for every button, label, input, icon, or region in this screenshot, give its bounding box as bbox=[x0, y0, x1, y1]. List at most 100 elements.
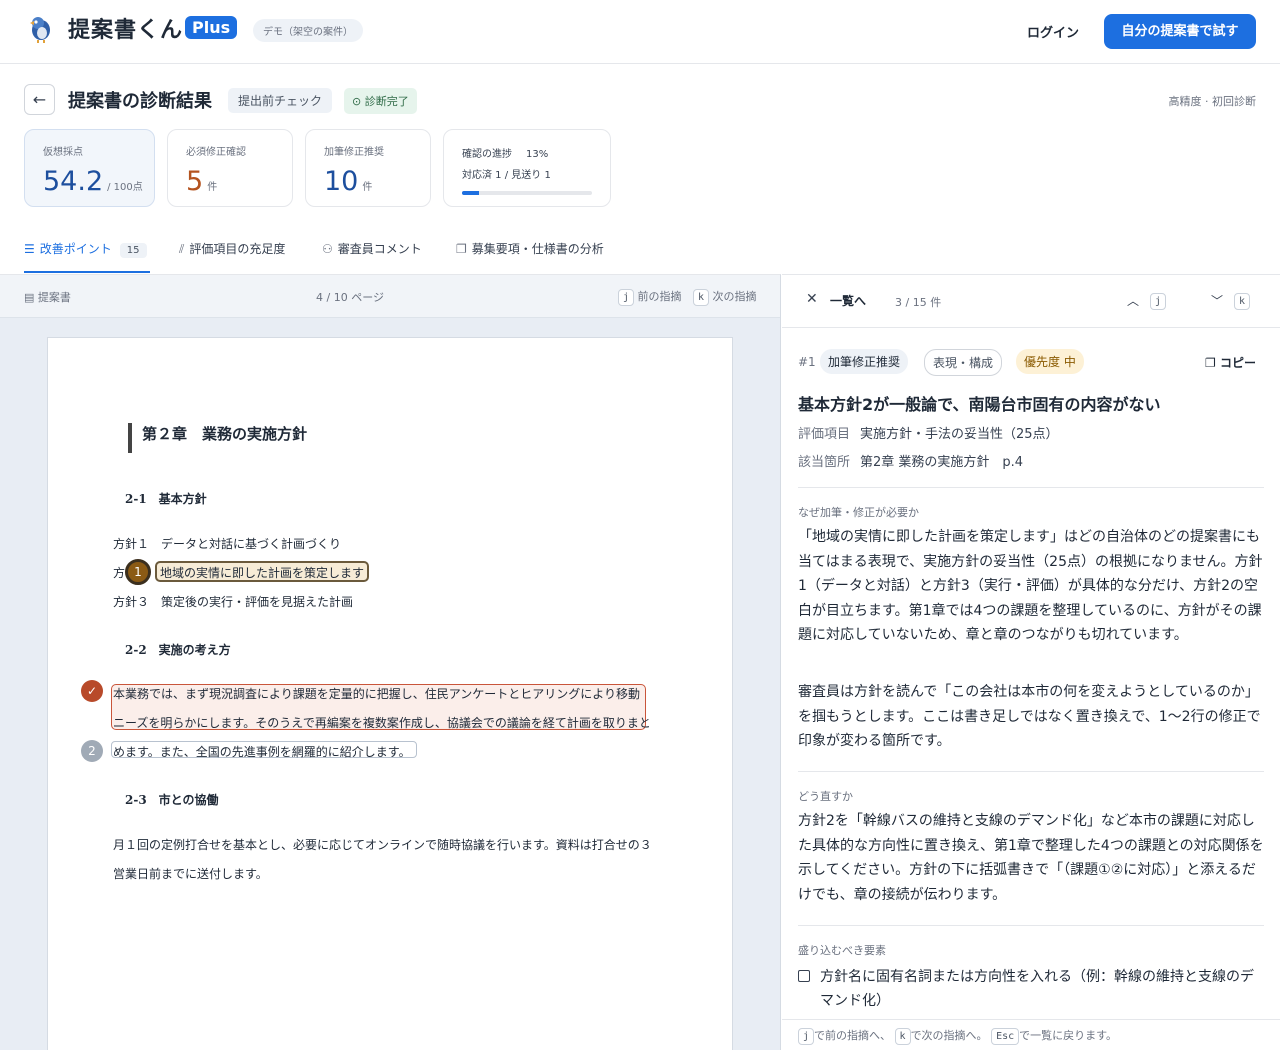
close-icon[interactable]: ✕ bbox=[806, 291, 818, 307]
active-tab-indicator bbox=[24, 271, 150, 273]
checklist-icon: ☰ bbox=[24, 242, 35, 256]
section-heading: 2-3 市との協働 bbox=[125, 793, 219, 807]
hint-text: で前の指摘へ、 bbox=[814, 1029, 892, 1042]
tab-improvement-points[interactable]: ☰ 改善ポイント 15 bbox=[24, 240, 147, 258]
progress-bar bbox=[462, 191, 592, 195]
suggest-number: 10 bbox=[324, 166, 359, 197]
next-finding-label: 次の指摘 bbox=[712, 290, 757, 303]
hint-text: で一覧に戻ります。 bbox=[1019, 1029, 1118, 1042]
score-number: 54.2 bbox=[43, 166, 104, 197]
score-card[interactable]: 仮想採点 54.2/ 100点 bbox=[24, 129, 155, 207]
brand-name[interactable]: 提案書くん bbox=[68, 12, 183, 44]
finding-marker-2[interactable]: 2 bbox=[81, 740, 103, 762]
back-button[interactable]: ← bbox=[24, 84, 55, 115]
body-line: 営業日前までに送付します。 bbox=[113, 867, 268, 881]
required-fix-card[interactable]: 必須修正確認 5件 bbox=[167, 129, 293, 207]
tab-bar: ☰ 改善ポイント 15 ⫽ 評価項目の充足度 ⚇ 審査員コメント ❐ 募集要項・仕様書の分… bbox=[0, 230, 1280, 274]
chevron-up-icon[interactable]: ︿ bbox=[1127, 292, 1139, 309]
diagnosis-done-badge: ⊙ 診断完了 bbox=[344, 88, 417, 114]
copy-label: コピー bbox=[1219, 356, 1256, 370]
users-icon: ⚇ bbox=[322, 242, 333, 256]
copy-button[interactable]: ❐ コピー bbox=[1205, 354, 1256, 371]
back-to-list-link[interactable]: 一覧へ bbox=[830, 292, 866, 309]
copy-docs-icon: ❐ bbox=[456, 242, 467, 256]
elements-label: 盛り込むべき要素 bbox=[798, 944, 886, 957]
finding-number: #1 bbox=[798, 355, 816, 369]
suggest-fix-card[interactable]: 加筆修正推奨 10 件 bbox=[305, 129, 431, 207]
copy-icon: ❐ bbox=[1205, 356, 1220, 370]
bird-logo-icon[interactable] bbox=[24, 12, 56, 44]
tab-criteria-coverage[interactable]: ⫽ 評価項目の充足度 bbox=[179, 240, 285, 257]
plus-badge: Plus bbox=[185, 16, 238, 39]
finding-detail-pane: ✕ 一覧へ 3 / 15 件 ︿ j ﹀ k #1 加筆修正推奨 表現・構成 優… bbox=[782, 274, 1280, 1050]
demo-badge: デモ（架空の案件） bbox=[253, 19, 363, 42]
tab-label: 募集要項・仕様書の分析 bbox=[471, 242, 604, 256]
type-pill: 表現・構成 bbox=[924, 349, 1003, 376]
check-circle-icon: ⊙ bbox=[352, 95, 365, 108]
document-name: 提案書 bbox=[37, 291, 71, 304]
suggest-unit: 件 bbox=[362, 182, 373, 193]
document-toolbar: ▤ 提案書 4 / 10 ページ j 前の指摘 k 次の指摘 bbox=[0, 275, 780, 318]
tab-requirements-analysis[interactable]: ❐ 募集要項・仕様書の分析 bbox=[456, 240, 604, 257]
required-label: 必須修正確認 bbox=[186, 147, 246, 158]
page-indicator: 4 / 10 ページ bbox=[316, 291, 384, 304]
finding-marker-1[interactable]: 1 bbox=[125, 559, 151, 585]
tab-label: 審査員コメント bbox=[337, 242, 422, 256]
policy-line-2-prefix: 方 bbox=[113, 566, 126, 580]
body-line: ニーズを明らかにします。そのうえで再編案を複数案作成し、協議会での議論を経て計画… bbox=[113, 716, 651, 730]
chevron-down-icon[interactable]: ﹀ bbox=[1211, 292, 1223, 309]
document-pane: ▤ 提案書 4 / 10 ページ j 前の指摘 k 次の指摘 第２章 業務の実施… bbox=[0, 274, 781, 1050]
element-text: 方針名に固有名詞または方向性を入れる（例：幹線の維持と支線のデマンド化） bbox=[820, 969, 1254, 1009]
pre-submission-tag: 提出前チェック bbox=[228, 88, 333, 113]
required-number: 5 bbox=[186, 166, 204, 197]
target-location: 該当箇所 第2章 業務の実施方針 p.4 bbox=[798, 451, 1023, 470]
meta-label: 該当箇所 bbox=[798, 455, 851, 470]
key-j: j bbox=[798, 1028, 815, 1045]
evaluation-item: 評価項目 実施方針・手法の妥当性（25点） bbox=[798, 423, 1059, 442]
meta-value: 第2章 業務の実施方針 p.4 bbox=[860, 455, 1024, 470]
category-pill: 加筆修正推奨 bbox=[820, 349, 909, 374]
next-finding-hint[interactable]: k 次の指摘 bbox=[693, 288, 757, 306]
how-paragraph: 方針2を「幹線バスの維持と支線のデマンド化」など本市の課題に対応した具体的な方向… bbox=[798, 813, 1264, 903]
score-label: 仮想採点 bbox=[43, 147, 83, 158]
keyboard-hint-footer: j で前の指摘へ、 k で次の指摘へ。 Esc で一覧に戻ります。 bbox=[782, 1019, 1280, 1050]
diagnosis-done-label: 診断完了 bbox=[364, 95, 409, 108]
tab-reviewer-comments[interactable]: ⚇ 審査員コメント bbox=[322, 240, 422, 257]
body-line: 本業務では、まず現況調査により課題を定量的に把握し、住民アンケートとヒアリングに… bbox=[113, 687, 641, 701]
finding-counter: 3 / 15 件 bbox=[895, 296, 942, 309]
policy-line-1: 方針１ データと対話に基づく計画づくり bbox=[113, 537, 342, 551]
tab-label: 改善ポイント bbox=[39, 242, 112, 256]
key-j: j bbox=[618, 289, 635, 306]
policy-line-2-highlight[interactable]: 地域の実情に即した計画を策定します bbox=[160, 564, 364, 581]
progress-detail: 対応済 1 / 見送り 1 bbox=[462, 170, 551, 181]
tab-label: 評価項目の充足度 bbox=[189, 242, 286, 256]
suggest-label: 加筆修正推奨 bbox=[324, 147, 384, 158]
score-unit: / 100点 bbox=[107, 182, 143, 193]
progress-card: 確認の進捗 13% 対応済 1 / 見送り 1 bbox=[443, 129, 611, 207]
document-label: ▤ 提案書 bbox=[24, 289, 71, 305]
prev-finding-label: 前の指摘 bbox=[637, 290, 682, 303]
required-unit: 件 bbox=[207, 182, 218, 193]
tab-count-badge: 15 bbox=[119, 243, 147, 258]
prev-finding-hint[interactable]: j 前の指摘 bbox=[618, 288, 682, 306]
file-icon: ▤ bbox=[24, 291, 38, 304]
key-k: k bbox=[1234, 293, 1251, 310]
body-line: 月１回の定例打合せを基本とし、必要に応じてオンラインで随時協議を行います。資料は… bbox=[113, 838, 652, 852]
meta-label: 評価項目 bbox=[798, 427, 851, 442]
login-link[interactable]: ログイン bbox=[1027, 22, 1079, 41]
how-label: どう直すか bbox=[798, 790, 853, 803]
resolved-check-icon[interactable]: ✓ bbox=[81, 680, 103, 702]
key-k: k bbox=[894, 1028, 911, 1045]
score-value: 54.2/ 100点 bbox=[43, 166, 143, 197]
diagnosis-mode: 高精度 · 初回診断 bbox=[1168, 95, 1257, 108]
detail-header: ✕ 一覧へ 3 / 15 件 ︿ j ﹀ k bbox=[782, 275, 1280, 328]
section-heading: 2-1 基本方針 bbox=[125, 492, 207, 506]
try-own-proposal-button[interactable]: 自分の提案書で試す bbox=[1104, 14, 1256, 49]
why-paragraph-1: 「地域の実情に即した計画を策定します」はどの自治体のどの提案書にも当てはまる表現… bbox=[798, 529, 1263, 643]
divider bbox=[798, 925, 1264, 926]
meta-value: 実施方針・手法の妥当性（25点） bbox=[860, 427, 1059, 442]
checkbox[interactable] bbox=[798, 970, 810, 982]
key-k: k bbox=[693, 289, 710, 306]
hint-text: で次の指摘へ。 bbox=[910, 1029, 988, 1042]
progress-percent: 13% bbox=[526, 149, 549, 160]
